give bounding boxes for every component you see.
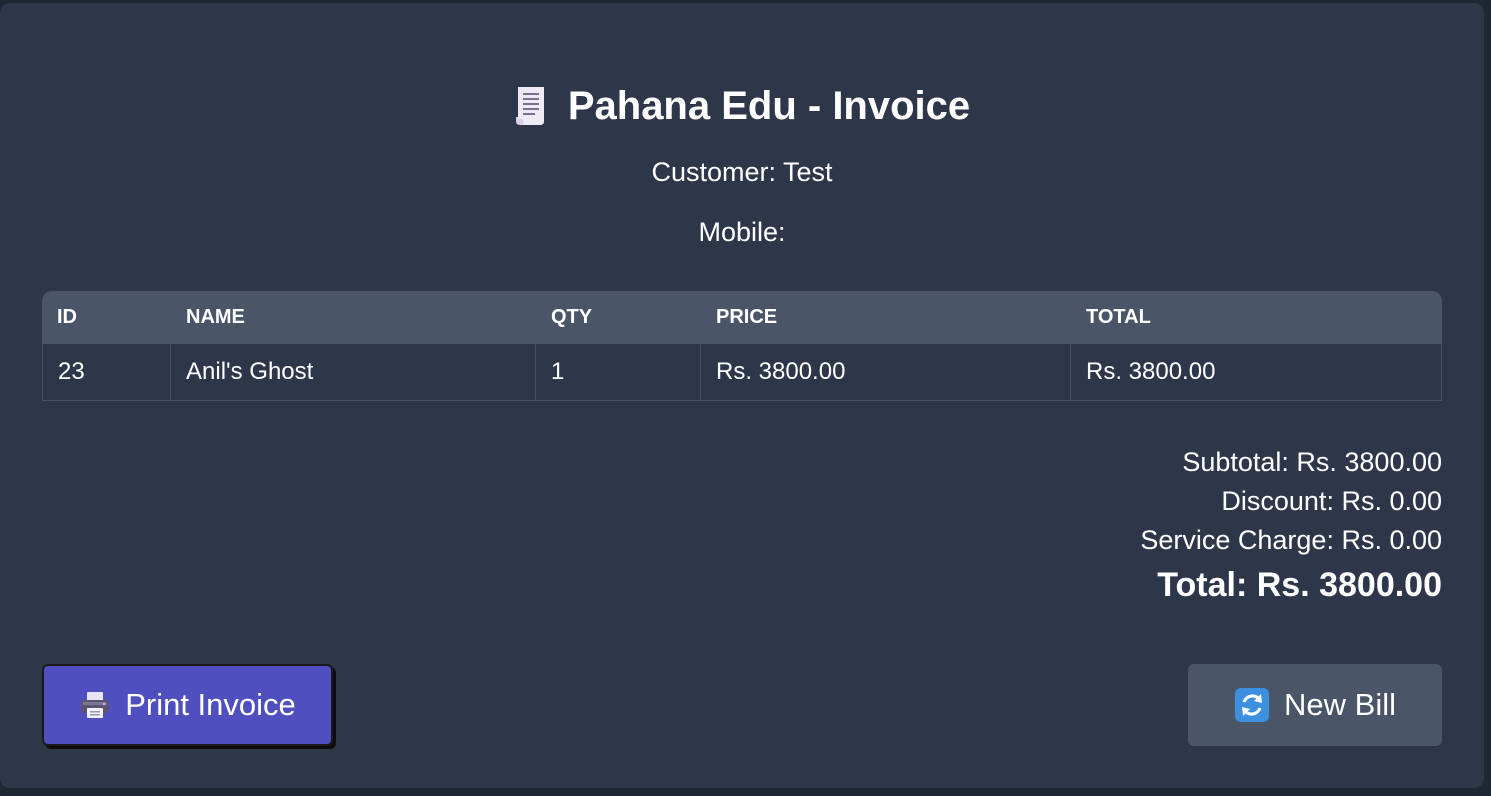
column-header-id: ID: [42, 291, 171, 344]
printer-icon: [81, 692, 110, 718]
column-header-total: TOTAL: [1071, 291, 1442, 344]
print-invoice-button[interactable]: Print Invoice: [42, 664, 333, 746]
print-invoice-label: Print Invoice: [125, 687, 296, 722]
receipt-icon: [515, 87, 544, 125]
cell-qty: 1: [536, 344, 701, 401]
column-header-price: PRICE: [701, 291, 1071, 344]
cell-total: Rs. 3800.00: [1071, 344, 1442, 401]
subtotal-line: Subtotal: Rs. 3800.00: [1182, 447, 1442, 477]
invoice-card: Pahana Edu - Invoice Customer: Test Mobi…: [0, 3, 1484, 788]
cell-name: Anil's Ghost: [171, 344, 536, 401]
totals-summary: Subtotal: Rs. 3800.00 Discount: Rs. 0.00…: [1140, 443, 1442, 610]
customer-name: Customer: Test: [651, 157, 833, 187]
cell-price: Rs. 3800.00: [701, 344, 1071, 401]
column-header-qty: QTY: [536, 291, 701, 344]
customer-mobile: Mobile:: [698, 217, 786, 247]
table-header-row: ID NAME QTY PRICE TOTAL: [42, 291, 1442, 344]
items-table: ID NAME QTY PRICE TOTAL 23 Anil's Ghost …: [42, 291, 1442, 401]
grand-total: Total: Rs. 3800.00: [1157, 566, 1442, 604]
page-title: Pahana Edu - Invoice: [0, 83, 1484, 129]
refresh-icon: [1235, 688, 1270, 722]
new-bill-button[interactable]: New Bill: [1188, 664, 1442, 746]
invoice-title: Pahana Edu - Invoice: [567, 84, 971, 128]
discount-line: Discount: Rs. 0.00: [1221, 486, 1442, 516]
table-row: 23 Anil's Ghost 1 Rs. 3800.00 Rs. 3800.0…: [42, 344, 1442, 401]
service-charge-line: Service Charge: Rs. 0.00: [1140, 525, 1442, 555]
new-bill-label: New Bill: [1284, 687, 1396, 722]
column-header-name: NAME: [171, 291, 536, 344]
cell-id: 23: [42, 344, 171, 401]
